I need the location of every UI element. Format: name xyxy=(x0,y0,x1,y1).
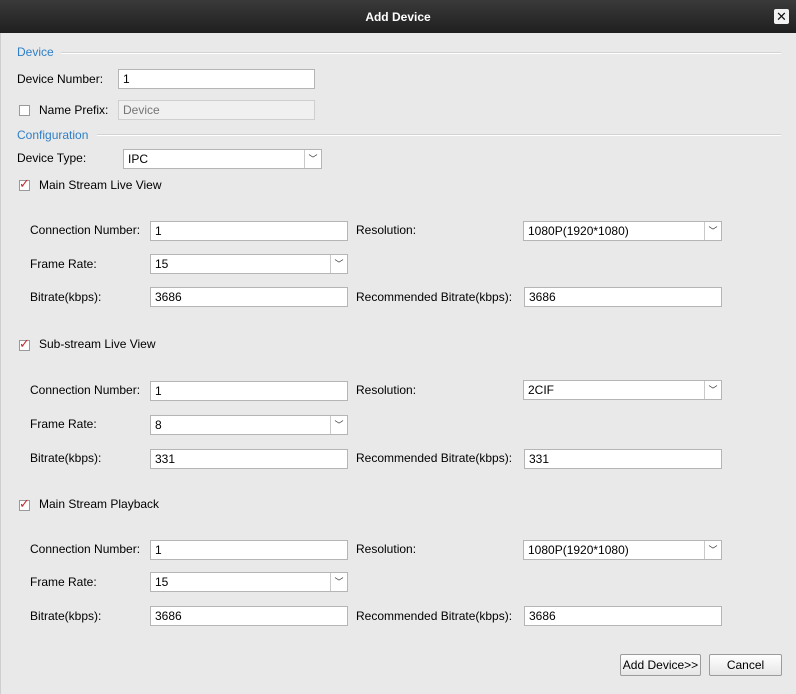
main-live-resolution-value: 1080P(1920*1080) xyxy=(528,224,629,238)
chevron-down-icon: ﹀ xyxy=(330,416,347,434)
section-divider xyxy=(97,134,781,136)
main-live-recommended-input[interactable] xyxy=(524,287,722,307)
frame-rate-label: Frame Rate: xyxy=(30,257,97,271)
cancel-button[interactable]: Cancel xyxy=(709,654,782,676)
main-live-resolution-select[interactable]: 1080P(1920*1080) ﹀ xyxy=(523,221,722,241)
title-bar: Add Device ✕ xyxy=(0,0,796,33)
connection-number-label: Connection Number: xyxy=(30,542,141,556)
chevron-down-icon: ﹀ xyxy=(330,573,347,591)
bitrate-label: Bitrate(kbps): xyxy=(30,609,102,623)
sub-live-frame-rate-value: 8 xyxy=(155,418,162,432)
sub-live-frame-rate-select[interactable]: 8 ﹀ xyxy=(150,415,348,435)
device-type-label: Device Type: xyxy=(17,151,87,165)
chevron-down-icon: ﹀ xyxy=(704,381,721,399)
connection-number-label: Connection Number: xyxy=(30,383,141,397)
sub-live-bitrate-input[interactable] xyxy=(150,449,348,469)
close-icon: ✕ xyxy=(776,9,787,24)
main-playback-connection-input[interactable] xyxy=(150,540,348,560)
main-playback-title: Main Stream Playback xyxy=(39,497,160,511)
main-playback-resolution-select[interactable]: 1080P(1920*1080) ﹀ xyxy=(523,540,722,560)
name-prefix-input[interactable] xyxy=(118,100,315,120)
sub-live-resolution-value: 2CIF xyxy=(528,383,555,397)
main-live-checkbox[interactable]: ✓ xyxy=(19,176,30,191)
section-device-title: Device xyxy=(17,45,54,59)
name-prefix-checkbox[interactable] xyxy=(19,105,30,116)
recommended-bitrate-label: Recommended Bitrate(kbps): xyxy=(356,290,513,304)
sub-live-recommended-input[interactable] xyxy=(524,449,722,469)
resolution-label: Resolution: xyxy=(356,223,417,237)
main-live-frame-rate-select[interactable]: 15 ﹀ xyxy=(150,254,348,274)
main-playback-resolution-value: 1080P(1920*1080) xyxy=(528,543,629,557)
chevron-down-icon: ﹀ xyxy=(704,222,721,240)
sub-live-connection-input[interactable] xyxy=(150,381,348,401)
resolution-label: Resolution: xyxy=(356,542,417,556)
main-playback-recommended-input[interactable] xyxy=(524,606,722,626)
device-number-input[interactable] xyxy=(118,69,315,89)
sub-live-checkbox[interactable]: ✓ xyxy=(19,336,30,351)
main-live-connection-input[interactable] xyxy=(150,221,348,241)
frame-rate-label: Frame Rate: xyxy=(30,575,97,589)
section-divider xyxy=(61,52,781,54)
chevron-down-icon: ﹀ xyxy=(330,255,347,273)
check-icon: ✓ xyxy=(19,496,30,511)
main-playback-bitrate-input[interactable] xyxy=(150,606,348,626)
chevron-down-icon: ﹀ xyxy=(304,150,321,168)
recommended-bitrate-label: Recommended Bitrate(kbps): xyxy=(356,451,513,465)
section-configuration-title: Configuration xyxy=(17,128,89,142)
device-type-select[interactable]: IPC ﹀ xyxy=(123,149,322,169)
device-number-label: Device Number: xyxy=(17,72,104,86)
main-live-bitrate-input[interactable] xyxy=(150,287,348,307)
bitrate-label: Bitrate(kbps): xyxy=(30,290,102,304)
sub-live-title: Sub-stream Live View xyxy=(39,337,156,351)
add-device-button[interactable]: Add Device>> xyxy=(620,654,701,676)
main-live-title: Main Stream Live View xyxy=(39,178,162,192)
check-icon: ✓ xyxy=(19,176,30,191)
recommended-bitrate-label: Recommended Bitrate(kbps): xyxy=(356,609,513,623)
window-title: Add Device xyxy=(365,10,431,24)
resolution-label: Resolution: xyxy=(356,383,417,397)
connection-number-label: Connection Number: xyxy=(30,223,141,237)
bitrate-label: Bitrate(kbps): xyxy=(30,451,102,465)
dialog-body: Device Device Number: Name Prefix: Confi… xyxy=(0,33,796,694)
main-playback-frame-rate-value: 15 xyxy=(155,575,169,589)
sub-live-resolution-select[interactable]: 2CIF ﹀ xyxy=(523,380,722,400)
main-playback-checkbox[interactable]: ✓ xyxy=(19,496,30,511)
main-live-frame-rate-value: 15 xyxy=(155,257,169,271)
name-prefix-label: Name Prefix: xyxy=(39,103,109,117)
frame-rate-label: Frame Rate: xyxy=(30,417,97,431)
check-icon: ✓ xyxy=(19,336,30,351)
main-playback-frame-rate-select[interactable]: 15 ﹀ xyxy=(150,572,348,592)
chevron-down-icon: ﹀ xyxy=(704,541,721,559)
device-type-value: IPC xyxy=(128,152,149,166)
close-button[interactable]: ✕ xyxy=(774,9,789,24)
